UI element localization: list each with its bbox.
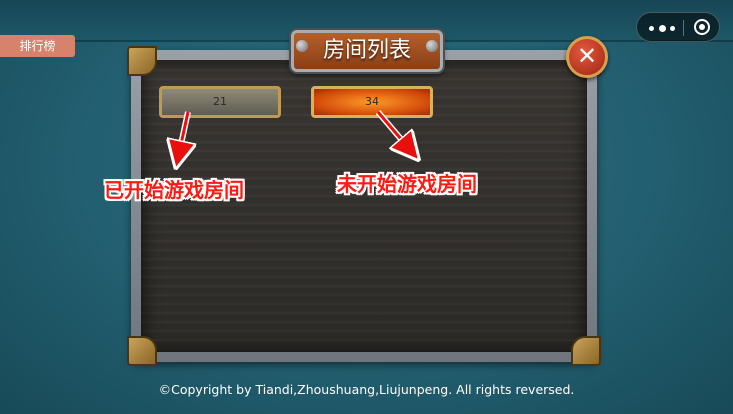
annotation-arrows bbox=[0, 110, 733, 414]
annotation-open-rooms: 未开始游戏房间 bbox=[337, 172, 477, 196]
annotation-started-rooms: 已开始游戏房间 bbox=[104, 178, 244, 202]
copyright-footer: ©Copyright by Tiandi,Zhoushuang,Liujunpe… bbox=[158, 382, 575, 397]
